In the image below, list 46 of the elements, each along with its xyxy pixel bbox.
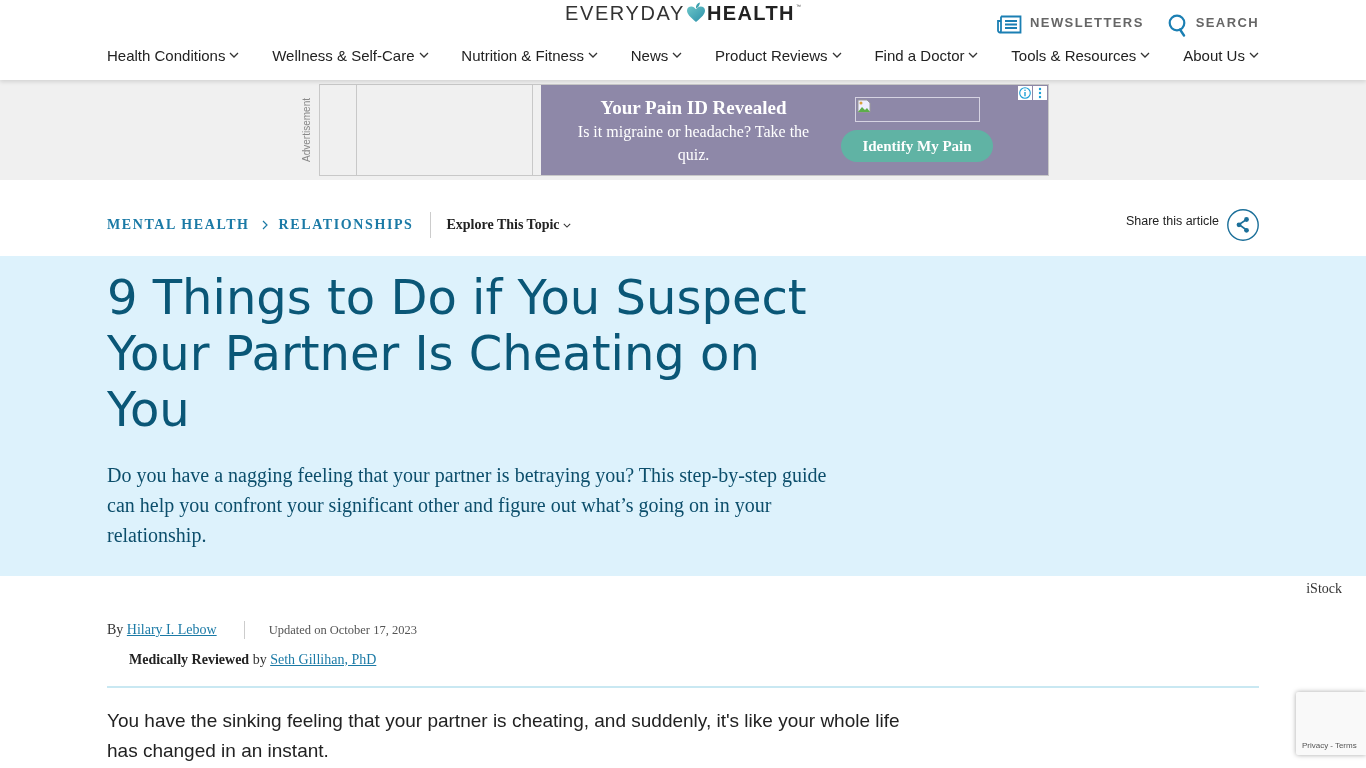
author-link[interactable]: Hilary I. Lebow	[126, 622, 217, 637]
nav-menu-item[interactable]: Find a Doctor	[874, 46, 979, 64]
chevron-down-icon	[968, 52, 979, 58]
newspaper-icon	[997, 15, 1023, 34]
nav-menu-item[interactable]: Nutrition & Fitness	[461, 46, 598, 64]
chevron-down-icon	[672, 52, 683, 58]
article-summary: Do you have a nagging feeling that your partner is betraying you? This step-by-step guide can help you confront your significant other and figure out what’s going on in your relationship.	[107, 463, 828, 549]
author-byline: By Hilary I. Lebow	[107, 622, 217, 638]
chevron-down-icon	[418, 52, 429, 58]
image-credit: iStock	[1306, 581, 1342, 597]
nav-menu-item[interactable]: Wellness & Self-Care	[272, 46, 429, 64]
nav-menu-item[interactable]: Health Conditions	[107, 46, 240, 64]
search-button[interactable]: SEARCH	[1167, 8, 1259, 37]
recaptcha-link[interactable]: Terms	[1334, 741, 1357, 750]
chevron-down-icon	[562, 222, 571, 228]
nav-menu-item[interactable]: Product Reviews	[715, 46, 842, 64]
share-label: Share this article	[1125, 214, 1219, 228]
article-title: 9 Things to Do if You Suspect Your Partner Is Cheating on You	[107, 269, 808, 437]
chevron-down-icon	[1140, 52, 1151, 58]
nav-menu-item[interactable]: About Us	[1183, 46, 1259, 64]
search-icon	[1167, 14, 1188, 37]
medical-review-credit: Medically Reviewed by Seth Gillihan, PhD	[129, 652, 378, 668]
breadcrumb-link[interactable]: RELATIONSHIPS	[278, 217, 414, 233]
chevron-down-icon	[831, 52, 842, 58]
more-options-icon[interactable]	[1033, 86, 1047, 100]
link-separator: -	[1330, 741, 1333, 750]
chevron-down-icon	[229, 52, 240, 58]
broken-image-icon	[856, 99, 871, 113]
chevron-down-icon	[587, 52, 598, 58]
article-paragraph: You have the sinking feeling that your partner is cheating, and suddenly, it's like your whole life has changed in an instant.	[107, 709, 901, 763]
info-icon[interactable]	[1018, 86, 1032, 100]
ad-title: Your Pain ID Revealed	[600, 96, 787, 120]
explore-topic-dropdown[interactable]: Explore This Topic	[446, 217, 571, 233]
chevron-right-icon	[261, 220, 268, 230]
chevron-down-icon	[1248, 52, 1259, 58]
advertisement-label: Advertisement	[301, 98, 312, 162]
heart-icon	[685, 2, 706, 23]
nav-menu-item[interactable]: News	[630, 46, 683, 64]
breadcrumb-link[interactable]: MENTAL HEALTH	[107, 217, 250, 233]
nav-menu-item[interactable]: Tools & Resources	[1011, 46, 1151, 64]
newsletters-button[interactable]: NEWSLETTERS	[997, 8, 1144, 37]
reviewer-link[interactable]: Seth Gillihan, PhD	[270, 652, 377, 667]
updated-date: Updated on October 17, 2023	[268, 622, 417, 638]
ad-text: Is it migraine or headache? Take the quiz.	[576, 122, 811, 166]
share-icon[interactable]	[1227, 209, 1259, 241]
recaptcha-link[interactable]: Privacy	[1302, 741, 1329, 750]
